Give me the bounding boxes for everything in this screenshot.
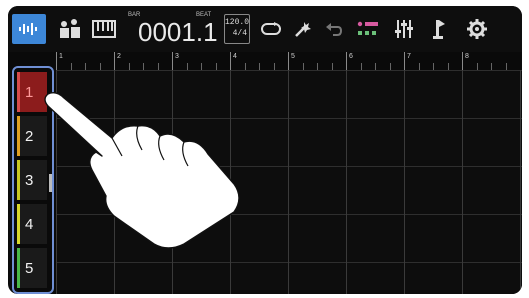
beat-tick [157, 63, 159, 70]
selection-frame [12, 66, 54, 294]
bar-ruler[interactable]: 1 2 3 4 5 6 7 8 [56, 52, 522, 70]
bar-number: 2 [117, 53, 121, 60]
effects-button[interactable] [290, 14, 316, 44]
beat-tick [273, 63, 275, 70]
keyboard-button[interactable] [90, 14, 118, 44]
effects-icon [295, 22, 311, 37]
mixer-icon [395, 20, 413, 38]
bar-tick [404, 52, 405, 70]
beat-tick [259, 63, 260, 70]
bar-tick [462, 52, 463, 70]
beat-tick [360, 63, 362, 70]
beat-tick [302, 63, 304, 70]
bar-tick [288, 52, 289, 70]
bar-number: 7 [407, 53, 411, 60]
beat-tick [447, 63, 449, 70]
beat-tick [375, 63, 376, 70]
beat-tick [128, 63, 130, 70]
bar-tick [56, 52, 57, 70]
bar-number: 5 [291, 53, 295, 60]
bar-number: 3 [175, 53, 179, 60]
settings-icon [467, 19, 487, 39]
beat-tick [433, 63, 434, 70]
tempo-bpm: 120.0 [225, 18, 250, 27]
loop-button[interactable] [258, 14, 284, 44]
beat-tick [505, 63, 507, 70]
drum-pads-button[interactable] [56, 14, 84, 44]
beat-tick [491, 63, 492, 70]
beat-tick [389, 63, 391, 70]
keyboard-icon [92, 20, 116, 38]
bar-number: 8 [465, 53, 469, 60]
edit-button[interactable] [354, 14, 382, 44]
bar-number: 1 [59, 53, 63, 60]
metronome-button[interactable] [426, 14, 452, 44]
time-signature: 4/4 [232, 29, 247, 38]
bar-tick [230, 52, 231, 70]
metronome-icon [433, 20, 445, 39]
bar-tick [172, 52, 173, 70]
track-list: 1 2 3 4 5 [12, 66, 54, 294]
undo-button[interactable] [322, 14, 346, 44]
beat-tick [244, 63, 246, 70]
beat-tick [143, 63, 144, 70]
bar-number: 4 [233, 53, 237, 60]
undo-icon [326, 23, 343, 36]
bar-number: 6 [349, 53, 353, 60]
beat-tick [215, 63, 217, 70]
counter-value: 0001.1 [138, 17, 218, 47]
track-grid[interactable] [56, 70, 522, 294]
beat-tick [201, 63, 202, 70]
beat-tick [476, 63, 478, 70]
position-counter[interactable]: BAR BEAT 0001.1 [126, 12, 222, 46]
toolbar: BAR BEAT 0001.1 120.0 4/4 [8, 6, 522, 52]
device-screen: BAR BEAT 0001.1 120.0 4/4 1 2 3 4 5 6 7 … [8, 6, 522, 294]
tempo-display[interactable]: 120.0 4/4 [224, 14, 250, 44]
beat-tick [70, 63, 72, 70]
mixer-button[interactable] [390, 14, 418, 44]
beat-tick [186, 63, 188, 70]
track-view-button[interactable] [12, 14, 46, 44]
beat-tick [85, 63, 86, 70]
edit-icon [357, 21, 378, 35]
beat-tick [331, 63, 333, 70]
beat-tick [418, 63, 420, 70]
bar-tick [114, 52, 115, 70]
loop-icon [261, 22, 281, 35]
beat-tick [99, 63, 101, 70]
bar-tick [346, 52, 347, 70]
track-view-icon [19, 23, 37, 35]
settings-button[interactable] [462, 14, 492, 44]
beat-tick [317, 63, 318, 70]
drum-pads-icon [60, 19, 80, 38]
